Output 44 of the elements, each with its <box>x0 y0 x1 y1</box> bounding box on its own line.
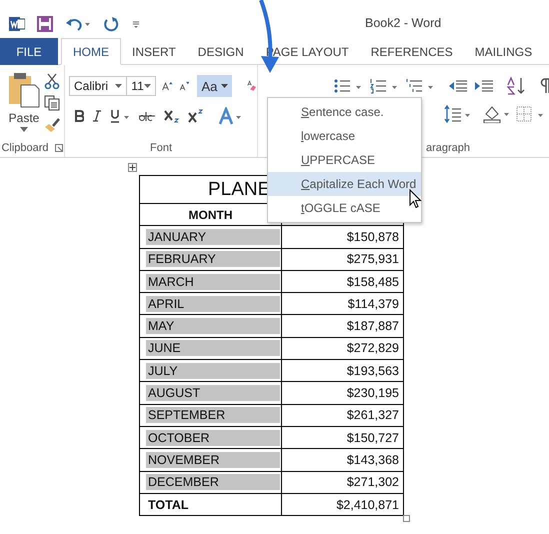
group-label: Clipboard <box>1 142 49 154</box>
ribbon-tab[interactable]: HOME <box>61 38 121 65</box>
table-cell: $114,379 <box>282 292 404 315</box>
table-cell: AUGUST <box>146 385 280 402</box>
table-cell: JUNE <box>146 340 280 356</box>
table-cell: $261,327 <box>282 404 404 426</box>
ribbon-tab[interactable]: FILE <box>0 38 58 65</box>
table-cell: JANUARY <box>146 228 280 245</box>
table-cell: $150,727 <box>282 426 404 449</box>
group-label: Font <box>150 142 172 154</box>
table-cell: $2,410,871 <box>282 493 404 516</box>
table-cell-text: TOTAL <box>147 496 190 512</box>
table-cell: FEBRUARY <box>146 251 280 268</box>
table-cell: $272,829 <box>282 337 404 360</box>
menu-item[interactable]: Sentence case. <box>268 100 421 124</box>
change-case-button[interactable]: Aa <box>197 75 232 97</box>
menu-item[interactable]: lowercase <box>268 124 421 148</box>
table-cell: $150,878 <box>282 226 404 248</box>
table-cell: OCTOBER <box>146 430 280 446</box>
table-cell: MARCH <box>146 274 280 290</box>
ribbon-tab[interactable]: MAILINGS <box>464 38 544 65</box>
table-cell: NOVEMBER <box>146 452 280 468</box>
menu-item[interactable]: Capitalize Each Word <box>268 172 421 196</box>
table-cell: $275,931 <box>282 248 404 270</box>
table-cell: $187,887 <box>282 314 404 338</box>
table-cell: APRIL <box>146 296 280 312</box>
ribbon-tab[interactable]: DESIGN <box>186 38 255 65</box>
window-title: Book2 - Word <box>365 16 442 30</box>
ribbon-tab[interactable]: REFERENCES <box>360 38 464 65</box>
table-cell: DECEMBER <box>146 474 280 490</box>
paste-button[interactable]: Paste <box>4 71 44 139</box>
table-cell: $193,563 <box>282 360 404 382</box>
font-name-field[interactable]: Calibri <box>69 76 128 96</box>
menu-item[interactable]: UPPERCASE <box>268 148 421 172</box>
table-cell: $158,485 <box>282 270 404 293</box>
ribbon-tab[interactable]: INSERT <box>121 38 187 65</box>
table-cell: JULY <box>146 362 280 379</box>
font-size-field[interactable]: 11 <box>126 76 156 96</box>
table-cell: $271,302 <box>282 471 404 494</box>
table-cell: MAY <box>146 318 280 334</box>
group-label: aragraph <box>426 142 470 154</box>
table-cell: SEPTEMBER <box>146 407 280 424</box>
table-cell: $230,195 <box>282 382 404 404</box>
table-cell: $143,368 <box>282 448 404 472</box>
